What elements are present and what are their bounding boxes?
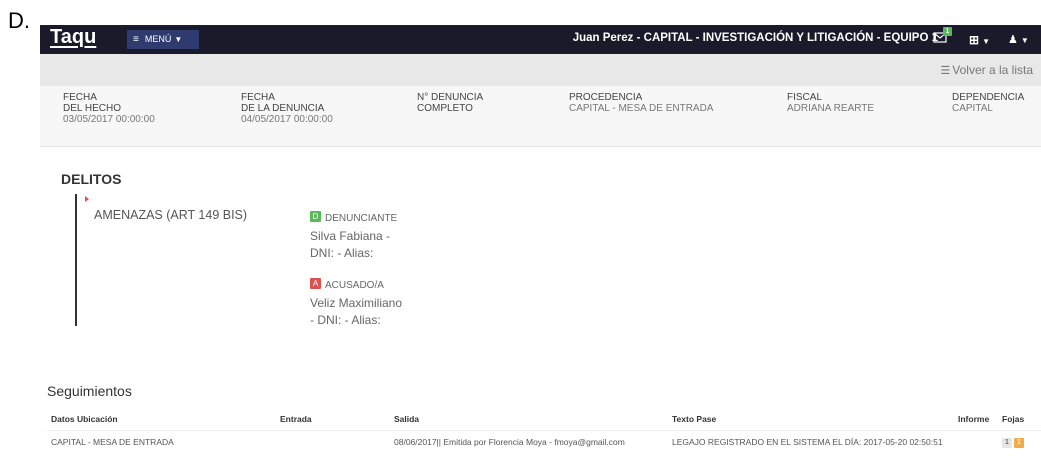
cell-ubicacion: CAPITAL - MESA DE ENTRADA (47, 430, 276, 453)
hamburger-icon: ≡ (133, 34, 139, 45)
delito-name: AMENAZAS (ART 149 BIS) (94, 208, 248, 222)
list-icon: ☰ (940, 65, 951, 77)
party-name: Veliz Maximiliano - DNI: - Alias: (310, 296, 403, 327)
notification-badge: 1 (943, 27, 952, 36)
caret-right-icon[interactable] (85, 196, 89, 202)
column-header: Entrada (280, 414, 312, 424)
info-label: FECHA DEL HECHO (63, 92, 121, 114)
delitos-heading: DELITOS (61, 171, 122, 187)
info-value: CAPITAL (952, 103, 993, 114)
cell-fojas: 11 (998, 430, 1041, 453)
info-label: FECHA DE LA DENUNCIA (241, 92, 325, 114)
column-header: Informe (958, 414, 990, 424)
add-button[interactable]: ⊞ ▼ (969, 33, 990, 47)
info-value: 03/05/2017 00:00:00 (63, 114, 155, 125)
info-nro-denuncia: N° DENUNCIA COMPLETO (417, 92, 483, 114)
party-role-row: A ACUSADO/A (310, 275, 405, 293)
info-label: DEPENDENCIA (952, 92, 1025, 103)
user-icon: ♟ (1008, 34, 1018, 46)
table-row[interactable]: CAPITAL - MESA DE ENTRADA 08/06/2017|| E… (47, 430, 1041, 453)
user-context-title: Juan Perez - CAPITAL - INVESTIGACIÓN Y L… (572, 32, 938, 44)
info-dependencia: DEPENDENCIA CAPITAL (952, 92, 1024, 114)
cell-entrada (276, 430, 390, 453)
top-navbar: Taqu ≡ MENÚ ▼ Juan Perez - CAPITAL - INVES… (40, 25, 1041, 54)
party-role: DENUNCIANTE (325, 213, 398, 224)
info-value: 04/05/2017 00:00:00 (241, 114, 333, 125)
cell-salida: 08/06/2017|| Emitida por Florencia Moya … (390, 430, 668, 453)
menu-label: MENÚ (144, 34, 172, 44)
seguimientos-table: Datos Ubicación Entrada Salida Texto Pas… (47, 408, 1041, 453)
role-badge: A (310, 278, 321, 290)
chevron-down-icon: ▼ (174, 35, 183, 44)
figure-label: D. (8, 8, 30, 33)
party-name: Silva Fabiana - DNI: - Alias: (310, 229, 391, 260)
fojas-badge[interactable]: 1 (1002, 438, 1012, 448)
seguimientos-heading: Seguimientos (47, 383, 132, 399)
chevron-down-icon: ▼ (1020, 36, 1029, 45)
column-header: Fojas (1002, 414, 1025, 424)
plus-square-icon: ⊞ (969, 33, 980, 47)
cell-informe (954, 430, 998, 453)
party-denunciante: D DENUNCIANTE Silva Fabiana - DNI: - Alia… (310, 208, 405, 262)
party-role-row: D DENUNCIANTE (310, 208, 405, 226)
info-fecha-hecho: FECHA DEL HECHO 03/05/2017 00:00:00 (63, 92, 155, 125)
back-to-list-link[interactable]: ☰ Volver a la lista (940, 63, 1033, 77)
column-header: Texto Pase (672, 414, 717, 424)
back-to-list-label: Volver a la lista (952, 63, 1033, 77)
action-subbar: ☰ Volver a la lista (40, 54, 1041, 86)
info-value: CAPITAL - MESA DE ENTRADA (569, 103, 714, 114)
user-menu-button[interactable]: ♟ ▼ (1008, 33, 1029, 46)
chevron-down-icon: ▼ (982, 37, 990, 46)
fojas-badge[interactable]: 1 (1014, 438, 1024, 448)
case-info-panel: FECHA DEL HECHO 03/05/2017 00:00:00 FECH… (40, 86, 1041, 147)
info-fiscal: FISCAL ADRIANA REARTE (787, 92, 874, 114)
info-label: PROCEDENCIA (569, 92, 643, 103)
party-role: ACUSADO/A (325, 280, 384, 291)
timeline-line (75, 194, 77, 326)
menu-button[interactable]: ≡ MENÚ ▼ (127, 30, 199, 49)
column-header: Datos Ubicación (51, 414, 118, 424)
app-logo[interactable]: Taqu (50, 26, 96, 49)
party-acusado: A ACUSADO/A Veliz Maximiliano - DNI: - Al… (310, 275, 405, 329)
table-header-row: Datos Ubicación Entrada Salida Texto Pas… (47, 408, 1041, 431)
cell-texto-pase: LEGAJO REGISTRADO EN EL SISTEMA EL DÍA: … (668, 430, 954, 453)
info-label: FISCAL (787, 92, 823, 103)
info-procedencia: PROCEDENCIA CAPITAL - MESA DE ENTRADA (569, 92, 713, 114)
info-fecha-denuncia: FECHA DE LA DENUNCIA 04/05/2017 00:00:00 (241, 92, 333, 125)
column-header: Salida (394, 414, 420, 424)
info-label: N° DENUNCIA COMPLETO (417, 92, 484, 114)
info-value: ADRIANA REARTE (787, 103, 875, 114)
role-badge: D (310, 211, 321, 223)
